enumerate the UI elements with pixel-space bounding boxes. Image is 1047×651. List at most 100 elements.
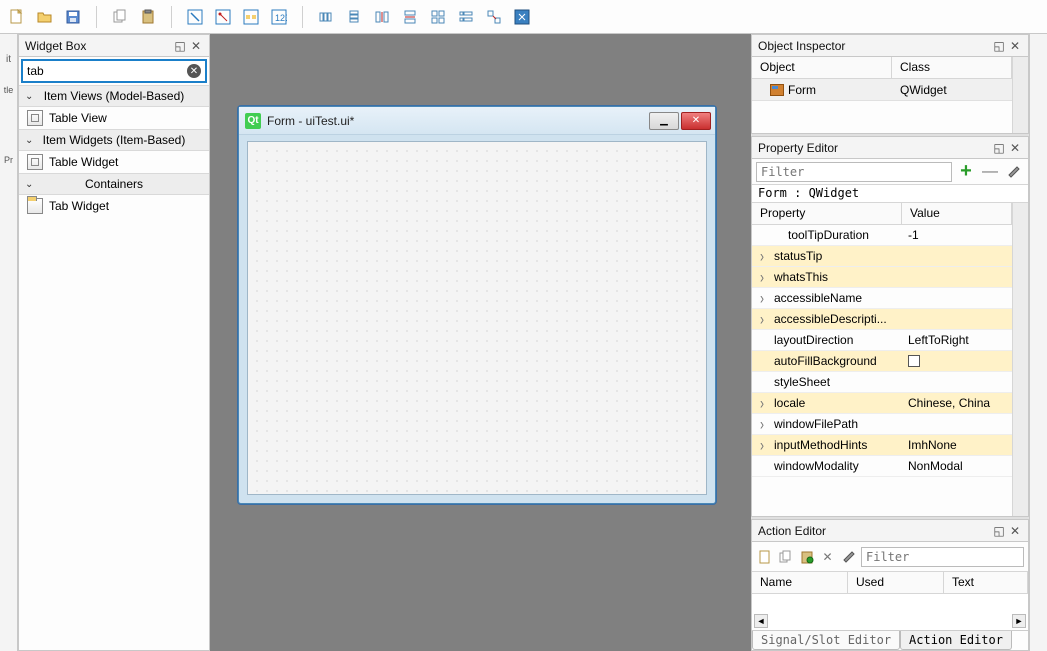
ae-col-name[interactable]: Name: [752, 572, 848, 593]
property-row[interactable]: windowModalityNonModal: [752, 456, 1012, 477]
copy-button[interactable]: [109, 6, 131, 28]
widget-item[interactable]: Table Widget: [19, 151, 209, 173]
property-editor-header: Property Value: [752, 203, 1012, 225]
property-row[interactable]: inputMethodHintsImhNone: [752, 435, 1012, 456]
widget-box-search[interactable]: ✕: [21, 59, 207, 83]
main-toolbar: 123: [0, 0, 1047, 34]
object-inspector-title: Object Inspector: [758, 39, 845, 53]
qt-logo-icon: Qt: [245, 113, 261, 129]
ae-col-used[interactable]: Used: [848, 572, 944, 593]
design-canvas[interactable]: Qt Form - uiTest.ui* ▁ ✕: [210, 34, 751, 651]
remove-property-icon[interactable]: —: [980, 162, 1000, 182]
paste-button[interactable]: [137, 6, 159, 28]
widget-box-title: Widget Box ◱ ✕: [19, 35, 209, 57]
new-file-button[interactable]: [6, 6, 28, 28]
layout-v-splitter-button[interactable]: [399, 6, 421, 28]
property-row[interactable]: toolTipDuration-1: [752, 225, 1012, 246]
action-list[interactable]: ◄ ►: [752, 594, 1028, 630]
clear-search-icon[interactable]: ✕: [187, 64, 201, 78]
close-icon[interactable]: ✕: [1008, 524, 1022, 538]
table-widget-icon: [27, 110, 43, 126]
property-row[interactable]: whatsThis: [752, 267, 1012, 288]
property-context: Form : QWidget: [752, 185, 1028, 203]
new-action-icon[interactable]: [756, 546, 773, 568]
widget-box-search-input[interactable]: [27, 64, 187, 78]
form-window[interactable]: Qt Form - uiTest.ui* ▁ ✕: [238, 106, 716, 504]
property-filter-input[interactable]: [756, 162, 952, 182]
object-inspector-header: Object Class: [752, 57, 1012, 79]
close-icon[interactable]: ✕: [1008, 39, 1022, 53]
checkbox[interactable]: [908, 355, 920, 367]
property-editor-title: Property Editor: [758, 141, 838, 155]
layout-grid-button[interactable]: [427, 6, 449, 28]
scrollbar[interactable]: [1012, 203, 1028, 516]
object-inspector-panel: Object Inspector ◱ ✕ Object Class Form: [751, 34, 1029, 134]
delete-action-icon[interactable]: ✕: [819, 546, 836, 568]
widget-category[interactable]: ⌄Item Views (Model-Based): [19, 85, 209, 107]
widget-box-panel: Widget Box ◱ ✕ ✕ ⌄Item Views (Model-Base…: [18, 34, 210, 651]
svg-text:123: 123: [275, 13, 287, 23]
break-layout-button[interactable]: [483, 6, 505, 28]
edit-signals-button[interactable]: [212, 6, 234, 28]
edit-widgets-button[interactable]: [184, 6, 206, 28]
widget-item[interactable]: Tab Widget: [19, 195, 209, 217]
ae-col-text[interactable]: Text: [944, 572, 1028, 593]
scrollbar[interactable]: [1012, 57, 1028, 133]
left-gutter: ittlePr: [0, 34, 18, 651]
layout-vertical-button[interactable]: [343, 6, 365, 28]
property-row[interactable]: statusTip: [752, 246, 1012, 267]
action-editor-title: Action Editor: [758, 524, 826, 538]
oi-col-object[interactable]: Object: [752, 57, 892, 78]
tab-signal-slot-editor[interactable]: Signal/Slot Editor: [752, 631, 900, 650]
chevron-down-icon: ⌄: [25, 135, 33, 146]
save-file-button[interactable]: [62, 6, 84, 28]
add-property-icon[interactable]: +: [956, 162, 976, 182]
form-titlebar[interactable]: Qt Form - uiTest.ui* ▁ ✕: [239, 107, 715, 135]
settings-icon[interactable]: [1004, 162, 1024, 182]
widget-box-title-label: Widget Box: [25, 39, 86, 53]
paste-action-icon[interactable]: [798, 546, 815, 568]
tab-action-editor[interactable]: Action Editor: [900, 631, 1012, 650]
undock-icon[interactable]: ◱: [992, 141, 1006, 155]
undock-icon[interactable]: ◱: [992, 524, 1006, 538]
widget-category[interactable]: ⌄Item Widgets (Item-Based): [19, 129, 209, 151]
property-row[interactable]: styleSheet: [752, 372, 1012, 393]
pe-col-property[interactable]: Property: [752, 203, 902, 224]
property-row[interactable]: localeChinese, China: [752, 393, 1012, 414]
undock-icon[interactable]: ◱: [173, 39, 187, 53]
property-row[interactable]: accessibleName: [752, 288, 1012, 309]
form-icon: [770, 84, 784, 96]
chevron-down-icon: ⌄: [25, 91, 33, 102]
edit-tab-order-button[interactable]: 123: [268, 6, 290, 28]
property-row[interactable]: accessibleDescripti...: [752, 309, 1012, 330]
property-editor-panel: Property Editor ◱ ✕ + — Form : QWidget: [751, 136, 1029, 517]
oi-col-class[interactable]: Class: [892, 57, 1012, 78]
close-icon[interactable]: ✕: [189, 39, 203, 53]
edit-buddies-button[interactable]: [240, 6, 262, 28]
property-row[interactable]: autoFillBackground: [752, 351, 1012, 372]
table-widget-icon: [27, 154, 43, 170]
widget-item[interactable]: Table View: [19, 107, 209, 129]
form-body[interactable]: [247, 141, 707, 495]
object-inspector-row[interactable]: Form QWidget: [752, 79, 1012, 101]
copy-action-icon[interactable]: [777, 546, 794, 568]
open-file-button[interactable]: [34, 6, 56, 28]
property-row[interactable]: layoutDirectionLeftToRight: [752, 330, 1012, 351]
close-icon[interactable]: ✕: [1008, 141, 1022, 155]
chevron-down-icon: ⌄: [25, 179, 33, 190]
configure-action-icon[interactable]: [840, 546, 857, 568]
undock-icon[interactable]: ◱: [992, 39, 1006, 53]
minimize-icon[interactable]: ▁: [649, 112, 679, 130]
form-title: Form - uiTest.ui*: [267, 114, 643, 128]
close-window-icon[interactable]: ✕: [681, 112, 711, 130]
property-row[interactable]: windowFilePath: [752, 414, 1012, 435]
scroll-left-icon[interactable]: ◄: [754, 614, 768, 628]
layout-form-button[interactable]: [455, 6, 477, 28]
widget-category[interactable]: ⌄Containers: [19, 173, 209, 195]
adjust-size-button[interactable]: [511, 6, 533, 28]
scroll-right-icon[interactable]: ►: [1012, 614, 1026, 628]
layout-horizontal-button[interactable]: [315, 6, 337, 28]
action-filter-input[interactable]: [861, 547, 1024, 567]
pe-col-value[interactable]: Value: [902, 203, 1012, 224]
layout-h-splitter-button[interactable]: [371, 6, 393, 28]
